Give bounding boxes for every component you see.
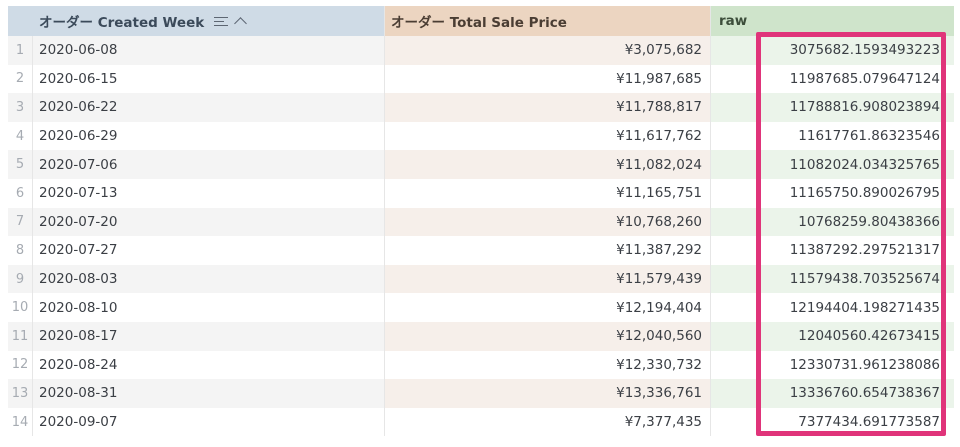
- row-index: 5: [8, 150, 33, 179]
- chevron-up-icon[interactable]: [234, 17, 248, 30]
- table-row[interactable]: 10 2020-08-10 ¥12,194,404 12194404.19827143…: [8, 293, 954, 322]
- data-table: オーダー Created Week オーダー Total Sale Price …: [8, 6, 954, 437]
- cell-week: 2020-07-20: [33, 207, 384, 237]
- table-header-row: オーダー Created Week オーダー Total Sale Price …: [8, 6, 954, 36]
- cell-week: 2020-08-24: [39, 356, 118, 373]
- table-row[interactable]: 13 2020-08-31 ¥13,336,761 13336760.65473836…: [8, 379, 954, 408]
- row-index: 2: [8, 64, 33, 94]
- cell-price: ¥11,788,817: [384, 93, 710, 122]
- row-index: 7: [8, 207, 33, 237]
- cell-week: 2020-09-07: [39, 414, 118, 431]
- cell-raw: 11165750.890026795: [710, 178, 954, 208]
- cell-price: ¥12,330,732: [384, 350, 710, 380]
- row-index: 6: [8, 178, 33, 208]
- cell-price: ¥3,075,682: [384, 36, 710, 65]
- cell-raw: 3075682.1593493223: [710, 36, 954, 65]
- row-index: 8: [8, 236, 33, 265]
- cell-raw: 11579438.703525674: [710, 264, 954, 294]
- row-index: 1: [8, 36, 33, 65]
- cell-price: ¥10,768,260: [384, 207, 710, 237]
- cell-raw: 11387292.297521317: [710, 236, 954, 265]
- cell-price: ¥11,387,292: [384, 236, 710, 265]
- cell-week: 2020-07-06: [33, 150, 384, 179]
- cell-price: ¥11,579,439: [384, 264, 710, 294]
- table-row[interactable]: 14 2020-09-07 ¥7,377,435 7377434.691773587: [8, 407, 954, 437]
- column-header-price-label: オーダー Total Sale Price: [391, 15, 567, 31]
- cell-raw: 11788816.908023894: [710, 93, 954, 122]
- cell-price: ¥12,040,560: [384, 321, 710, 351]
- row-index: 12: [8, 350, 33, 380]
- cell-raw: 11987685.079647124: [710, 64, 954, 94]
- cell-raw: 13336760.654738367: [710, 379, 954, 408]
- cell-price: ¥11,165,751: [384, 178, 710, 208]
- table-row[interactable]: 8 2020-07-27 ¥11,387,292 11387292.297521317: [8, 236, 954, 265]
- cell-week: 2020-08-10: [39, 299, 118, 316]
- cell-week: 2020-07-27: [39, 242, 118, 259]
- column-header-raw-label: raw: [719, 13, 748, 29]
- cell-week: 2020-08-31: [33, 379, 384, 408]
- table-row[interactable]: 7 2020-07-20 ¥10,768,260 10768259.80438366: [8, 207, 954, 237]
- table-row[interactable]: 1 2020-06-08 ¥3,075,682 3075682.1593493223: [8, 36, 954, 65]
- column-header-raw[interactable]: raw: [710, 6, 954, 36]
- cell-raw: 10768259.80438366: [710, 207, 954, 237]
- column-header-week[interactable]: オーダー Created Week: [33, 6, 384, 36]
- cell-week: 2020-08-17: [33, 321, 384, 351]
- cell-raw: 11082024.034325765: [710, 150, 954, 179]
- cell-week: 2020-07-13: [39, 185, 118, 202]
- column-header-price[interactable]: オーダー Total Sale Price: [384, 6, 710, 36]
- cell-week: 2020-08-03: [33, 264, 384, 294]
- row-index: 11: [8, 321, 33, 351]
- cell-week: 2020-06-15: [39, 70, 118, 87]
- cell-price: ¥7,377,435: [384, 407, 710, 437]
- cell-raw: 12194404.198271435: [710, 293, 954, 322]
- sort-controls[interactable]: [214, 14, 248, 30]
- row-index: 3: [8, 93, 33, 122]
- cell-week: 2020-06-29: [39, 128, 118, 145]
- row-index: 13: [8, 379, 33, 408]
- table-row[interactable]: 2 2020-06-15 ¥11,987,685 11987685.079647124: [8, 64, 954, 94]
- cell-week: 2020-06-22: [33, 93, 384, 122]
- cell-raw: 7377434.691773587: [710, 407, 954, 437]
- cell-raw: 12330731.961238086: [710, 350, 954, 380]
- table-body: 1 2020-06-08 ¥3,075,682 3075682.1593493223 2…: [8, 36, 954, 437]
- cell-price: ¥12,194,404: [384, 293, 710, 322]
- table-row[interactable]: 11 2020-08-17 ¥12,040,560 12040560.42673415: [8, 321, 954, 351]
- cell-price: ¥11,617,762: [384, 121, 710, 151]
- column-header-week-label: オーダー Created Week: [39, 15, 205, 31]
- row-index: 10: [8, 293, 33, 322]
- table-row[interactable]: 6 2020-07-13 ¥11,165,751 11165750.890026795: [8, 178, 954, 208]
- cell-raw: 12040560.42673415: [710, 321, 954, 351]
- row-index: 9: [8, 264, 33, 294]
- cell-price: ¥11,082,024: [384, 150, 710, 179]
- row-index: 4: [8, 121, 33, 151]
- table-row[interactable]: 3 2020-06-22 ¥11,788,817 11788816.908023894: [8, 93, 954, 122]
- cell-price: ¥11,987,685: [384, 64, 710, 94]
- cell-raw: 11617761.86323546: [710, 121, 954, 151]
- cell-week: 2020-06-08: [33, 36, 384, 65]
- row-index-header: [8, 6, 33, 36]
- table-row[interactable]: 5 2020-07-06 ¥11,082,024 11082024.034325765: [8, 150, 954, 179]
- table-row[interactable]: 4 2020-06-29 ¥11,617,762 11617761.86323546: [8, 121, 954, 151]
- row-index: 14: [8, 407, 33, 437]
- table-row[interactable]: 12 2020-08-24 ¥12,330,732 12330731.96123808…: [8, 350, 954, 380]
- sort-menu-icon[interactable]: [214, 16, 229, 27]
- table-row[interactable]: 9 2020-08-03 ¥11,579,439 11579438.703525674: [8, 264, 954, 294]
- cell-price: ¥13,336,761: [384, 379, 710, 408]
